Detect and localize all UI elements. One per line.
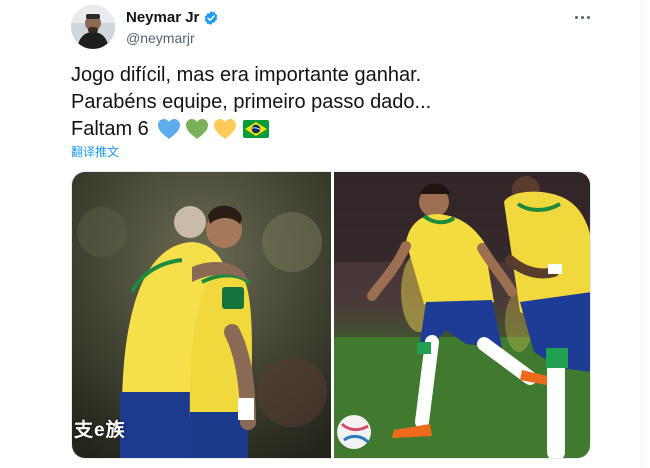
tweet-text-line-3-text: Faltam 6 [71, 118, 149, 140]
translate-tweet-link[interactable]: 翻译推文 [71, 144, 119, 160]
photo-player-dribbling[interactable] [334, 172, 590, 458]
tweet-text-line-1: Jogo difícil, mas era importante ganhar. [71, 64, 422, 86]
tweet-text-line-3: Faltam 6 [71, 116, 269, 142]
emoji-group [157, 118, 269, 140]
media-grid: 支e族 [71, 171, 591, 459]
photo-players-hugging[interactable]: 支e族 [72, 172, 331, 458]
yellow-heart-icon [213, 118, 237, 140]
avatar[interactable] [71, 5, 115, 49]
tweet-card: Neymar Jr @neymarjr Jogo difícil, mas er… [0, 0, 650, 468]
display-name[interactable]: Neymar Jr [126, 9, 219, 27]
more-options-icon[interactable] [571, 8, 593, 26]
blue-heart-icon [157, 118, 181, 140]
watermark: 支e族 [74, 419, 126, 441]
user-handle[interactable]: @neymarjr [126, 29, 195, 47]
display-name-text: Neymar Jr [126, 9, 200, 26]
green-heart-icon [185, 118, 209, 140]
verified-badge-icon [205, 11, 218, 25]
brazil-flag-icon [242, 120, 269, 138]
column-divider [641, 0, 642, 468]
avatar-image [71, 5, 115, 49]
tweet-text-line-2: Parabéns equipe, primeiro passo dado... [71, 91, 432, 113]
